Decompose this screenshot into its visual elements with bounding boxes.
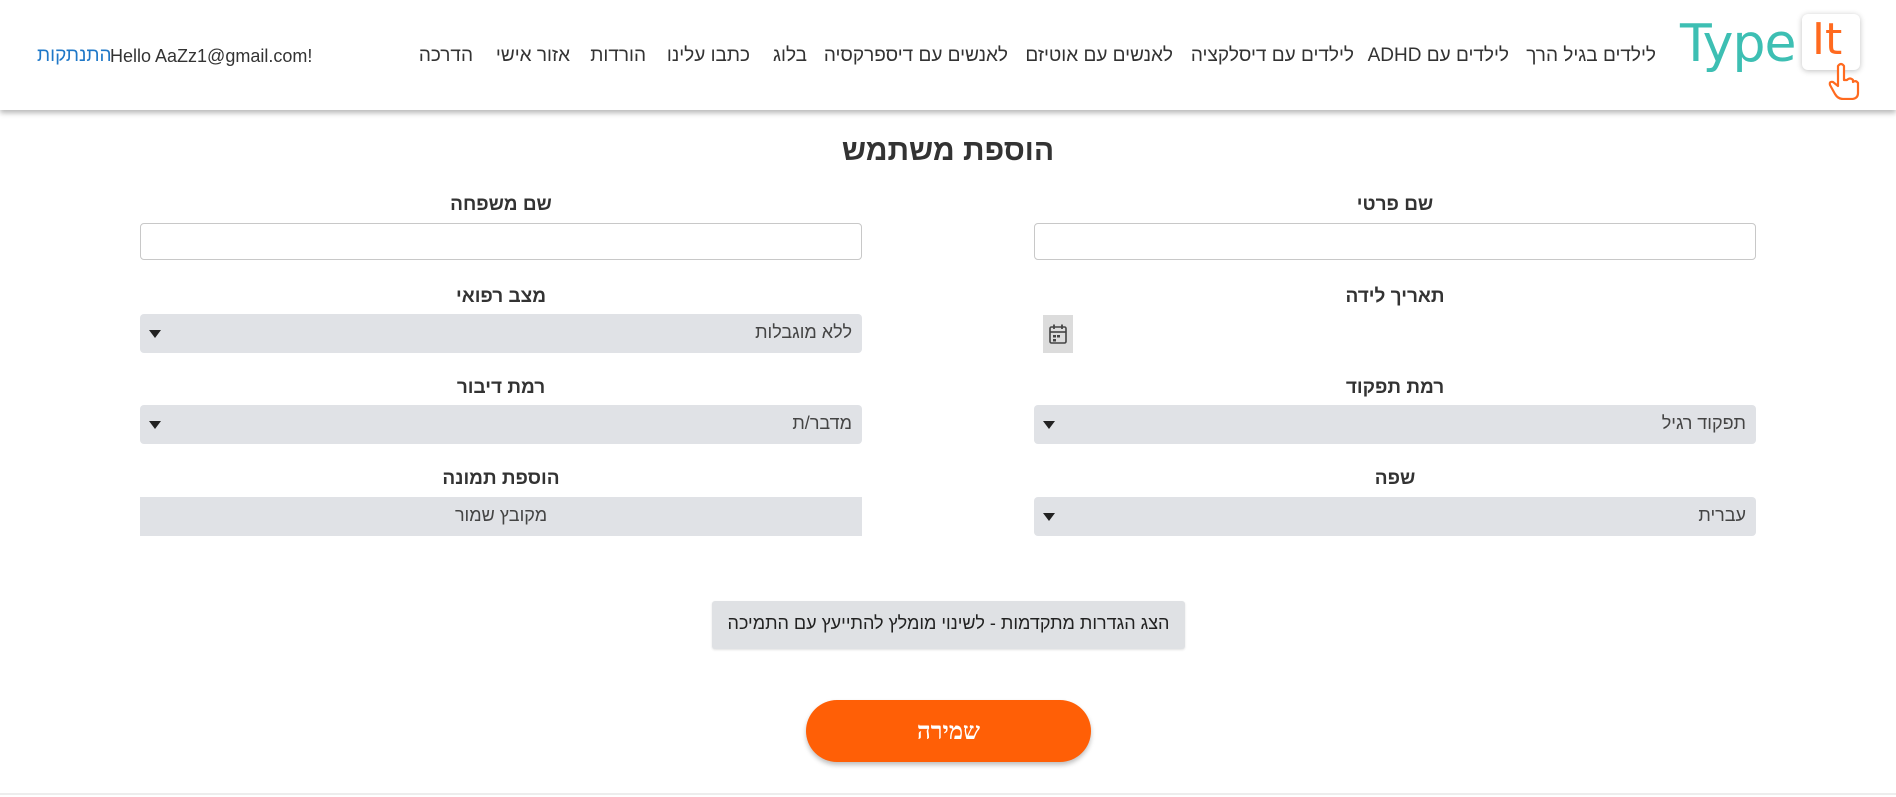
page-title: הוספת משתמש (841, 134, 1055, 167)
add-photo-label: הוספת תמונה (442, 468, 560, 489)
nav-item-autism[interactable]: לאנשים עם אוטיזם (1025, 44, 1173, 68)
user-greeting: Hello AaZz1@gmail.com! (110, 46, 313, 66)
speech-level-value: מדבר/ת (792, 413, 852, 433)
footer-divider (0, 793, 1896, 795)
function-level-value: תפקוד רגיל (1661, 413, 1746, 433)
speech-level-select[interactable]: מדבר/ת (140, 405, 862, 444)
nav-item-dyslexia[interactable]: לילדים עם דיסלקציה (1191, 44, 1354, 68)
save-button-label: שמירה (916, 716, 981, 745)
nav-item-blog[interactable]: בלוג (773, 44, 807, 68)
calendar-icon (1049, 324, 1067, 344)
advanced-settings-label: הצג הגדרות מתקדמות - לשינוי מומלץ להתייע… (727, 613, 1170, 633)
medical-status-select[interactable]: ללא מוגבלות (140, 314, 862, 353)
chevron-down-icon (149, 421, 161, 429)
nav-item-downloads[interactable]: הורדות (590, 44, 646, 68)
nav-item-tutorial[interactable]: הדרכה (419, 44, 473, 68)
medical-status-label: מצב רפואי (456, 286, 546, 307)
first-name-label: שם פרטי (1356, 194, 1434, 215)
language-value: עברית (1698, 505, 1746, 525)
add-photo-value: מקובץ שמור (454, 505, 548, 525)
nav-item-dyspraxia[interactable]: לאנשים עם דיספרקסיה (824, 44, 1008, 68)
show-advanced-settings-button[interactable]: הצג הגדרות מתקדמות - לשינוי מומלץ להתייע… (712, 601, 1185, 649)
language-label: שפה (1374, 468, 1416, 489)
chevron-down-icon (1043, 513, 1055, 521)
last-name-input[interactable] (140, 223, 862, 260)
function-level-select[interactable]: תפקוד רגיל (1034, 405, 1756, 444)
speech-level-label: רמת דיבור (456, 377, 546, 398)
language-select[interactable]: עברית (1034, 497, 1756, 536)
top-header: Type It לילדים בגיל הרך לילדים עם ADHD ל… (0, 0, 1896, 110)
function-level-label: רמת תפקוד (1345, 377, 1445, 398)
medical-status-value: ללא מוגבלות (755, 322, 852, 342)
chevron-down-icon (1043, 421, 1055, 429)
nav-item-early-childhood[interactable]: לילדים בגיל הרך (1526, 44, 1656, 68)
last-name-label: שם משפחה (450, 194, 552, 215)
nav-item-adhd[interactable]: לילדים עם ADHD (1368, 44, 1509, 68)
nav-item-personal-area[interactable]: אזור אישי (496, 44, 570, 68)
add-photo-input[interactable]: מקובץ שמור (140, 497, 862, 536)
save-button[interactable]: שמירה (806, 700, 1091, 762)
first-name-input[interactable] (1034, 223, 1756, 260)
chevron-down-icon (149, 330, 161, 338)
nav-item-press[interactable]: כתבו עלינו (667, 44, 750, 68)
birth-date-picker[interactable] (1043, 315, 1073, 353)
logout-link[interactable]: התנתקות (37, 44, 112, 68)
birth-date-label: תאריך לידה (1345, 286, 1445, 307)
